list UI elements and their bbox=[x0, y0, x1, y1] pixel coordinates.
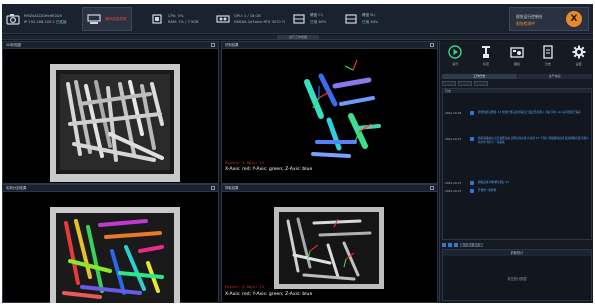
disk-icon bbox=[292, 12, 306, 26]
calibrate-icon bbox=[479, 45, 493, 59]
right-control-pane: 运行 标定 相机 日志 设置 工作日志 生产信息 日志 2021-10-26 检… bbox=[439, 41, 593, 303]
panel-title: 识别结果 bbox=[225, 43, 239, 47]
play-icon bbox=[448, 45, 463, 59]
gpu-model: NVIDIA GeForce RTX 3070 Ti bbox=[234, 20, 285, 24]
log-time: 2021-10-26 bbox=[445, 111, 462, 115]
gpu-usage: GPU: 1 / 16 GB bbox=[234, 14, 261, 18]
disk-icon bbox=[344, 12, 358, 26]
legend-square-icon bbox=[454, 243, 458, 247]
app-window: RMZ4ACDGHkHK0D0 IP 192.168.100.2 已连接 通讯连… bbox=[2, 4, 593, 303]
gear-icon bbox=[572, 45, 586, 59]
log-checkbox[interactable] bbox=[470, 189, 474, 193]
console-state: 视觉检测中 bbox=[516, 21, 535, 26]
run-button[interactable]: 运行 bbox=[444, 45, 466, 66]
points-count: Points: 3 Objs: 13 bbox=[225, 285, 264, 289]
console-title: 视觉运行控制台 bbox=[516, 14, 543, 19]
panel-recognition-result: 识别结果 Points: 3 Objs: 13 X-Axis: red; Y-A… bbox=[221, 41, 438, 184]
filter-button[interactable] bbox=[474, 81, 488, 86]
axis-legend: X-Axis: red; Y-Axis: green; Z-Axis: blue bbox=[225, 167, 313, 172]
maximize-icon[interactable] bbox=[430, 43, 434, 47]
ram-usage: RAM: 7% / 7.5GB bbox=[168, 20, 199, 24]
top-status-bar: RMZ4ACDGHkHK0D0 IP 192.168.100.2 已连接 通讯连… bbox=[2, 4, 593, 34]
log-time: 2021-10-27 bbox=[445, 181, 462, 185]
camera-icon bbox=[6, 12, 20, 26]
settings-button[interactable]: 设置 bbox=[568, 45, 590, 66]
gpu-icon bbox=[216, 12, 230, 26]
log-message: 开始新一轮检测 bbox=[478, 189, 497, 192]
filter-button[interactable] bbox=[458, 81, 472, 86]
panel-segmentation: 实例分割结果 bbox=[2, 184, 219, 303]
camera-status[interactable]: RMZ4ACDGHkHK0D0 IP 192.168.100.2 已连接 bbox=[6, 7, 67, 31]
tool-label: 标定 bbox=[483, 62, 490, 66]
axis-legend: X-Axis: red; Y-Axis: green; Z-Axis: blue bbox=[225, 292, 313, 297]
brand-logo-icon: X bbox=[566, 11, 582, 27]
legend-square-icon bbox=[448, 243, 452, 247]
maximize-icon[interactable] bbox=[430, 186, 434, 190]
log-checkbox[interactable] bbox=[470, 181, 474, 185]
tab-production-info[interactable]: 生产信息 bbox=[517, 74, 592, 79]
panel-grasp-result: 抓取结果 Points: 3 Objs: 13 X-Axis: red; Y-A… bbox=[221, 184, 438, 303]
gpu-status: GPU: 1 / 16 GB NVIDIA GeForce RTX 3070 T… bbox=[216, 7, 285, 31]
disk-c-label: 硬盘 C:/ bbox=[310, 13, 324, 17]
bin-image-gray bbox=[50, 64, 180, 182]
tool-label: 日志 bbox=[544, 62, 551, 66]
tool-label: 设置 bbox=[575, 62, 582, 66]
log-tabs: 工作日志 生产信息 bbox=[442, 74, 592, 79]
camera-id: RMZ4ACDGHkHK0D0 bbox=[24, 13, 62, 18]
legend-square-icon bbox=[442, 243, 446, 247]
panel-2d-image: 2D彩色图 bbox=[2, 41, 219, 184]
log-message: 抓取完成 料框剩余目标 12 bbox=[478, 181, 509, 184]
tab-run-view[interactable]: 运行工作视图 bbox=[277, 35, 319, 40]
file-icon bbox=[541, 45, 555, 59]
calibrate-button[interactable]: 标定 bbox=[475, 45, 497, 66]
log-footer: 显示 全部 日志 bbox=[442, 242, 592, 248]
view-tabbar: 运行工作视图 bbox=[2, 35, 593, 40]
camera-state: 已连接 bbox=[55, 19, 67, 24]
log-checkbox[interactable] bbox=[470, 137, 474, 141]
cpu-usage: CPU: 5% bbox=[168, 14, 184, 18]
log-time: 2021-10-27 bbox=[445, 189, 462, 193]
maximize-icon[interactable] bbox=[211, 43, 215, 47]
points-count: Points: 3 Objs: 13 bbox=[225, 161, 264, 165]
disk-d-label: 硬盘 D:/ bbox=[362, 13, 376, 17]
log-filters bbox=[442, 81, 592, 86]
panel-title: 实例分割结果 bbox=[6, 186, 27, 190]
comm-alert[interactable]: 通讯连接异常 bbox=[82, 7, 132, 31]
cpu-status: CPU: 5% RAM: 7% / 7.5GB bbox=[150, 7, 198, 31]
maximize-icon[interactable] bbox=[211, 186, 215, 190]
log-message: 检测到目标数量: 13 位姿计算完成 抓取点已发送至机器人 当前节拍 1.2s … bbox=[478, 111, 581, 114]
grasp-overlay-image bbox=[274, 207, 384, 289]
bin-image-segmented bbox=[50, 207, 180, 303]
tool-label: 运行 bbox=[452, 62, 459, 66]
tab-work-log[interactable]: 工作日志 bbox=[442, 74, 517, 79]
stats-title: 抓取统计 bbox=[443, 250, 591, 256]
log-header: 日志 bbox=[443, 89, 591, 93]
camera-button[interactable]: 相机 bbox=[506, 45, 528, 66]
toolbar: 运行 标定 相机 日志 设置 bbox=[440, 41, 593, 73]
stats-panel: 抓取统计 暂无统计数据 bbox=[442, 249, 592, 301]
panel-title: 2D彩色图 bbox=[6, 43, 21, 47]
camera-ip: IP 192.168.100.2 bbox=[24, 19, 55, 24]
pose-3d-view bbox=[304, 59, 381, 158]
stats-empty-text: 暂无统计数据 bbox=[507, 277, 527, 281]
disk-d-usage: 已用 40% bbox=[362, 20, 379, 24]
console-status-box[interactable]: 视觉运行控制台 视觉检测中 X bbox=[509, 7, 589, 31]
network-icon bbox=[87, 12, 101, 26]
filter-button[interactable] bbox=[442, 81, 456, 86]
alert-text: 通讯连接异常 bbox=[105, 16, 127, 21]
log-message: 相机采集成功 点云处理完成 实例分割完成 共识别 13 个目标 抓取规划完成 发… bbox=[478, 137, 590, 144]
tool-label: 相机 bbox=[513, 62, 520, 66]
log-filter-select[interactable]: 显示 全部 日志 bbox=[460, 243, 484, 247]
camera-icon bbox=[510, 45, 524, 59]
log-checkbox[interactable] bbox=[470, 111, 474, 115]
panel-title: 抓取结果 bbox=[225, 186, 239, 190]
log-list[interactable]: 日志 2021-10-26 检测到目标数量: 13 位姿计算完成 抓取点已发送至… bbox=[442, 88, 592, 240]
disk-c-status: 硬盘 C:/ 已用 60% bbox=[292, 7, 326, 31]
log-time: 2021-10-27 bbox=[445, 137, 462, 141]
log-button[interactable]: 日志 bbox=[537, 45, 559, 66]
disk-c-usage: 已用 60% bbox=[310, 20, 327, 24]
cpu-icon bbox=[150, 12, 164, 26]
disk-d-status: 硬盘 D:/ 已用 40% bbox=[344, 7, 378, 31]
